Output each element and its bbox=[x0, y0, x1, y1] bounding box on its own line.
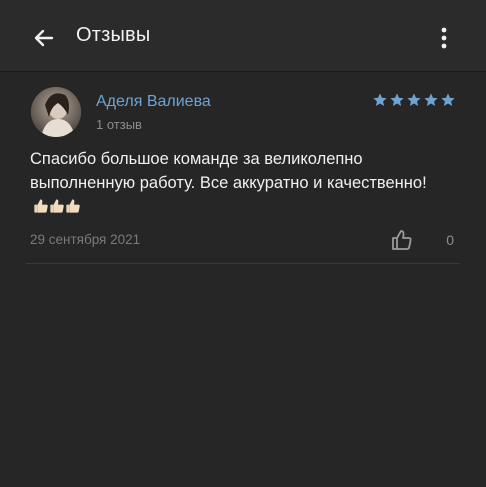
more-menu-button[interactable] bbox=[432, 22, 456, 54]
author-review-count: 1 отзыв bbox=[96, 117, 142, 132]
star-rating bbox=[372, 92, 456, 108]
thumbs-up-emojis bbox=[33, 197, 81, 221]
star-icon bbox=[407, 93, 421, 106]
star-icon bbox=[441, 93, 455, 106]
thumbs-up-emoji-icon bbox=[34, 199, 48, 213]
review-text: Спасибо большое команде за великолепно в… bbox=[30, 147, 440, 221]
thumbs-up-emoji-icon bbox=[50, 199, 64, 213]
more-vertical-icon bbox=[441, 27, 447, 49]
app-bar: Отзывы bbox=[0, 0, 486, 72]
back-button[interactable] bbox=[26, 20, 62, 56]
review-date: 29 сентября 2021 bbox=[30, 232, 141, 247]
avatar-image bbox=[31, 87, 81, 137]
thumbs-up-emoji-icon bbox=[66, 199, 80, 213]
star-icon bbox=[424, 93, 438, 106]
avatar[interactable] bbox=[31, 87, 81, 137]
thumbs-up-outline-icon bbox=[392, 230, 412, 250]
like-button[interactable] bbox=[390, 228, 414, 252]
star-icon bbox=[390, 93, 404, 106]
arrow-left-icon bbox=[34, 29, 54, 47]
like-count: 0 bbox=[446, 232, 454, 248]
author-name[interactable]: Аделя Валиева bbox=[96, 93, 211, 111]
review-card: Аделя Валиева 1 отзыв Спасибо большое ко… bbox=[26, 72, 460, 264]
review-body: Спасибо большое команде за великолепно в… bbox=[30, 150, 427, 192]
page-title: Отзывы bbox=[76, 24, 151, 46]
star-icon bbox=[373, 93, 387, 106]
